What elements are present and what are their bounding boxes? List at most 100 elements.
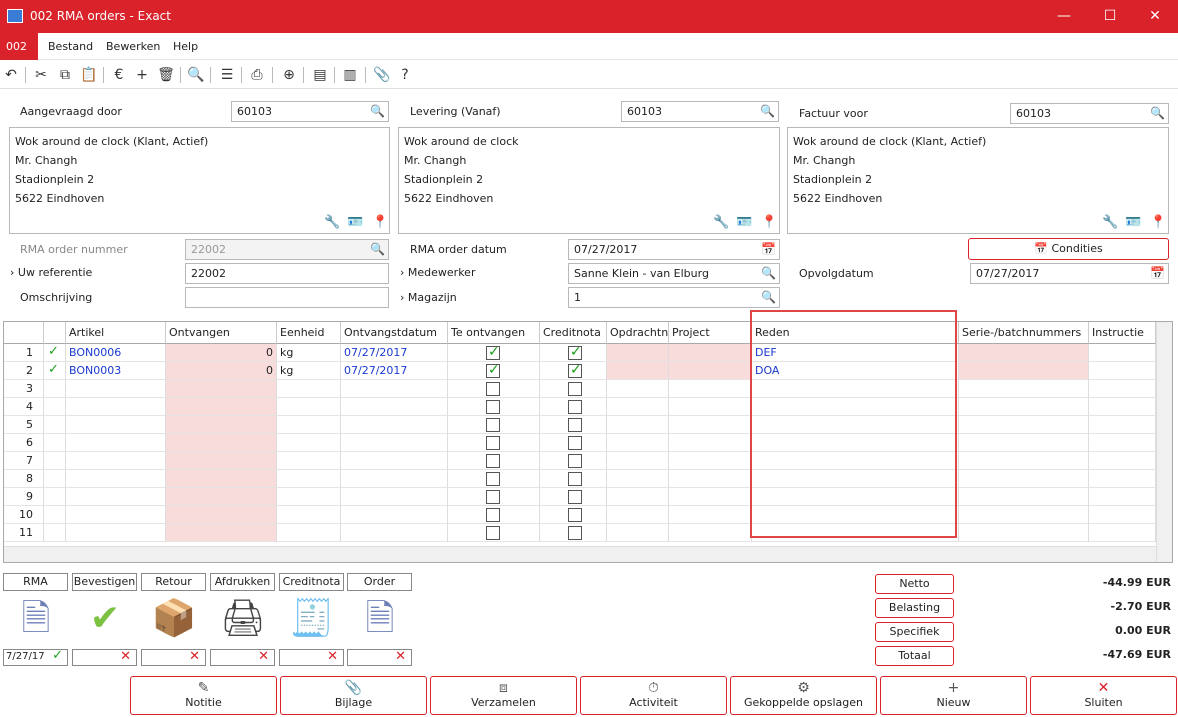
cell-artikel[interactable] <box>66 488 166 506</box>
attach-icon[interactable]: 📎 <box>373 66 391 84</box>
state-order-button[interactable]: Order <box>347 573 412 591</box>
employee-field[interactable]: Sanne Klein - van Elburg 🔍 <box>568 263 780 284</box>
cell-ontvangstdatum[interactable] <box>341 380 448 398</box>
delivery-field[interactable]: 60103 🔍 <box>621 101 779 122</box>
preview-icon[interactable]: 🔍 <box>187 66 205 84</box>
total-specifiek-button[interactable]: Specifiek <box>875 622 954 642</box>
close-window-button[interactable]: ✕ <box>1132 0 1178 33</box>
zoom-icon[interactable]: ⊕ <box>280 66 298 84</box>
menu-bestand[interactable]: Bestand <box>48 40 93 53</box>
cell-artikel[interactable] <box>66 380 166 398</box>
wrench-icon[interactable]: 🔧 <box>324 215 340 230</box>
verzamelen-button[interactable]: ⧈ Verzamelen <box>430 676 577 715</box>
creditnota-checkbox[interactable] <box>568 344 582 360</box>
te-ontvangen-checkbox[interactable] <box>486 490 500 504</box>
total-netto-button[interactable]: Netto <box>875 574 954 594</box>
cell-serie-batch[interactable] <box>959 452 1089 470</box>
description-field[interactable] <box>185 287 389 308</box>
cell-project[interactable] <box>669 470 752 488</box>
state-retour-button[interactable]: Retour <box>141 573 206 591</box>
cell-instructie[interactable] <box>1089 398 1156 416</box>
notes-icon[interactable]: ▥ <box>341 66 359 84</box>
cell-eenheid[interactable] <box>277 470 341 488</box>
print-icon[interactable]: ⎙ <box>248 66 266 84</box>
map-pin-icon[interactable]: 📍 <box>1150 215 1166 230</box>
cell-artikel[interactable]: BON0003 <box>66 362 166 380</box>
cell-artikel[interactable] <box>66 452 166 470</box>
grid-header-artikel[interactable]: Artikel <box>66 322 166 344</box>
te-ontvangen-checkbox[interactable] <box>486 418 500 432</box>
cell-opdrachtnummer[interactable] <box>607 452 669 470</box>
cell-serie-batch[interactable] <box>959 380 1089 398</box>
cell-project[interactable] <box>669 524 752 542</box>
cell-eenheid[interactable] <box>277 380 341 398</box>
invoice-field[interactable]: 60103 🔍 <box>1010 103 1169 124</box>
cell-opdrachtnummer[interactable] <box>607 506 669 524</box>
followup-date-field[interactable]: 07/27/2017 📅 <box>970 263 1169 284</box>
grid-header-ontvangstdatum[interactable]: Ontvangstdatum <box>341 322 448 344</box>
cell-project[interactable] <box>669 452 752 470</box>
te-ontvangen-checkbox[interactable] <box>486 508 500 522</box>
cell-ontvangstdatum[interactable] <box>341 416 448 434</box>
cell-ontvangen[interactable] <box>166 380 277 398</box>
cell-opdrachtnummer[interactable] <box>607 434 669 452</box>
cell-opdrachtnummer[interactable] <box>607 524 669 542</box>
lookup-icon[interactable]: 🔍 <box>370 104 385 118</box>
cell-ontvangstdatum[interactable] <box>341 470 448 488</box>
cell-eenheid[interactable] <box>277 434 341 452</box>
cell-ontvangen[interactable] <box>166 434 277 452</box>
lookup-icon[interactable]: 🔍 <box>1150 106 1165 120</box>
conditions-button[interactable]: 📅 Condities <box>968 238 1169 260</box>
cell-ontvangen[interactable] <box>166 398 277 416</box>
creditnota-checkbox[interactable] <box>568 454 582 468</box>
cell-serie-batch[interactable] <box>959 434 1089 452</box>
creditnota-checkbox[interactable] <box>568 382 582 396</box>
lookup-icon[interactable]: 🔍 <box>761 266 776 280</box>
grid-header-project[interactable]: Project <box>669 322 752 344</box>
horizontal-scrollbar[interactable] <box>4 546 1156 562</box>
cell-ontvangstdatum[interactable]: 07/27/2017 <box>341 362 448 380</box>
rma-date-field[interactable]: 07/27/2017 📅 <box>568 239 780 260</box>
copy-icon[interactable]: ⧉ <box>56 66 74 84</box>
creditnota-checkbox[interactable] <box>568 436 582 450</box>
total-totaal-button[interactable]: Totaal <box>875 646 954 666</box>
vertical-scrollbar[interactable] <box>1156 322 1172 562</box>
cell-artikel[interactable] <box>66 416 166 434</box>
requested-by-field[interactable]: 60103 🔍 <box>231 101 389 122</box>
cell-eenheid[interactable] <box>277 488 341 506</box>
te-ontvangen-checkbox[interactable] <box>486 454 500 468</box>
map-pin-icon[interactable]: 📍 <box>372 215 388 230</box>
grid-header-instructie[interactable]: Instructie <box>1089 322 1156 344</box>
menu-bewerken[interactable]: Bewerken <box>106 40 160 53</box>
cell-ontvangen[interactable] <box>166 506 277 524</box>
cell-serie-batch[interactable] <box>959 362 1089 380</box>
cell-opdrachtnummer[interactable] <box>607 362 669 380</box>
grid-header-serie-batchnummers[interactable]: Serie-/batchnummers <box>959 322 1089 344</box>
cell-instructie[interactable] <box>1089 488 1156 506</box>
cell-instructie[interactable] <box>1089 506 1156 524</box>
cell-eenheid[interactable] <box>277 506 341 524</box>
wrench-icon[interactable]: 🔧 <box>713 215 729 230</box>
creditnota-checkbox[interactable] <box>568 472 582 486</box>
state-bevestigen-button[interactable]: Bevestigen <box>72 573 137 591</box>
creditnota-checkbox[interactable] <box>568 400 582 414</box>
cell-eenheid[interactable]: kg <box>277 344 341 362</box>
cell-ontvangen[interactable]: 0 <box>166 344 277 362</box>
cell-ontvangen[interactable] <box>166 470 277 488</box>
cell-ontvangstdatum[interactable]: 07/27/2017 <box>341 344 448 362</box>
delete-icon[interactable]: 🗑 <box>157 66 175 84</box>
lookup-icon[interactable]: 🔍 <box>760 104 775 118</box>
menu-help[interactable]: Help <box>173 40 198 53</box>
lookup-icon[interactable]: 🔍 <box>761 290 776 304</box>
cell-ontvangstdatum[interactable] <box>341 434 448 452</box>
cut-icon[interactable]: ✂ <box>32 66 50 84</box>
gekoppelde-opslagen-button[interactable]: ⚙ Gekoppelde opslagen <box>730 676 877 715</box>
cell-opdrachtnummer[interactable] <box>607 398 669 416</box>
state-afdrukken-button[interactable]: Afdrukken <box>210 573 275 591</box>
sluiten-button[interactable]: ✕ Sluiten <box>1030 676 1177 715</box>
cell-eenheid[interactable] <box>277 398 341 416</box>
cell-instructie[interactable] <box>1089 344 1156 362</box>
cell-opdrachtnummer[interactable] <box>607 488 669 506</box>
cell-artikel[interactable] <box>66 506 166 524</box>
your-reference-field[interactable]: 22002 <box>185 263 389 284</box>
